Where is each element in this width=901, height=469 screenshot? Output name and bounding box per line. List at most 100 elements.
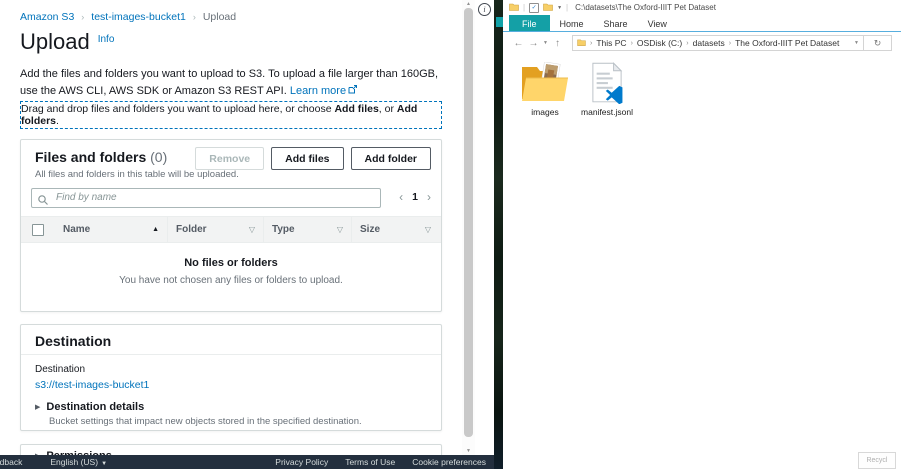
column-header-type[interactable]: Type▽ [263,217,351,242]
sort-ascending-icon: ▲ [152,226,159,233]
aws-footer: Feedback English (US)▼ Privacy Policy Te… [0,455,494,469]
chevron-down-icon: ▼ [101,461,107,467]
search-icon [38,192,48,210]
breadcrumb-current: Upload [203,11,236,23]
caret-right-icon: ▶ [35,404,40,411]
scroll-up-icon[interactable]: ▲ [462,0,475,8]
crumb-datasets[interactable]: datasets [693,38,725,48]
files-count: (0) [150,149,167,165]
refresh-icon[interactable]: ↻ [864,35,892,51]
folder-icon [509,3,519,13]
separator: | [523,3,525,12]
destination-label: Destination [35,364,85,375]
file-label: images [515,107,575,117]
language-selector[interactable]: English (US)▼ [50,457,107,467]
file-explorer-window: | ✓ ▼ | C:\datasets\The Oxford-IIIT Pet … [503,0,901,469]
scroll-down-icon[interactable]: ▼ [462,447,475,455]
drag-drop-zone[interactable]: Drag and drop files and folders you want… [20,101,442,129]
scrollbar-thumb[interactable] [464,8,473,437]
files-panel-title: Files and folders (0) [35,149,167,165]
forward-icon[interactable]: → [526,38,541,49]
breadcrumb-bucket[interactable]: test-images-bucket1 [91,11,186,23]
tab-file[interactable]: File [509,15,550,31]
info-circle-icon[interactable]: i [478,3,491,16]
crumb-separator: › [631,40,633,47]
address-toolbar: ← → ▼ ↑ › This PC › OSDisk (C:) › datase… [503,32,901,54]
crumb-this-pc[interactable]: This PC [596,38,626,48]
column-header-size[interactable]: Size▽ [351,217,441,242]
info-link[interactable]: Info [98,34,115,45]
crumb-separator: › [590,40,592,47]
recent-locations-caret-icon[interactable]: ▼ [541,40,550,46]
window-title-path: C:\datasets\The Oxford-IIIT Pet Dataset [575,3,716,12]
destination-bucket-link[interactable]: s3://test-images-bucket1 [35,379,149,391]
search-box [31,187,381,207]
empty-state-title: No files or folders [21,257,441,269]
previous-page-icon[interactable]: ‹ [399,190,403,204]
quick-access-check-icon[interactable]: ✓ [529,3,539,13]
feedback-link[interactable]: Feedback [0,457,22,467]
destination-details-expander[interactable]: ▶Destination details [35,401,144,413]
tab-home[interactable]: Home [550,15,594,31]
breadcrumb-amazon-s3[interactable]: Amazon S3 [20,11,74,23]
corner-partial-label[interactable]: Recycl [858,452,896,469]
explorer-titlebar[interactable]: | ✓ ▼ | C:\datasets\The Oxford-IIIT Pet … [503,0,901,15]
crumb-current-folder[interactable]: The Oxford-IIIT Pet Dataset [735,38,839,48]
background-window-fragment [496,17,503,27]
aws-s3-upload-page: Amazon S3 › test-images-bucket1 › Upload… [0,0,494,469]
page-scrollbar[interactable]: ▲ ▼ [462,0,475,455]
files-panel-description: All files and folders in this table will… [35,169,239,180]
intro-text: Add the files and folders you want to up… [20,66,446,99]
tab-share[interactable]: Share [594,15,638,31]
current-page[interactable]: 1 [412,191,418,203]
screen: Amazon S3 › test-images-bucket1 › Upload… [0,0,901,469]
privacy-policy-link[interactable]: Privacy Policy [275,457,328,467]
desktop-wallpaper-strip [494,0,503,469]
images-folder-icon [515,58,575,104]
find-by-name-input[interactable] [31,188,381,208]
files-panel-actions: Remove Add files Add folder [195,147,431,170]
page-title: UploadInfo [20,29,114,55]
breadcrumb: Amazon S3 › test-images-bucket1 › Upload [20,11,236,23]
address-dropdown-caret-icon[interactable]: ▼ [854,40,859,46]
checkbox-icon [32,224,44,236]
breadcrumb-chevron-icon: › [193,12,196,22]
folder-icon [577,38,586,48]
crumb-osdisk[interactable]: OSDisk (C:) [637,38,682,48]
crumb-separator: › [729,40,731,47]
next-page-icon[interactable]: › [427,190,431,204]
column-header-name[interactable]: Name▲ [55,217,167,242]
separator: | [566,3,568,12]
breadcrumb-chevron-icon: › [81,12,84,22]
add-files-button[interactable]: Add files [271,147,343,170]
quick-access-toolbar-caret-icon[interactable]: ▼ [557,5,562,11]
pagination: ‹ 1 › [399,190,431,204]
crumb-separator: › [686,40,688,47]
cookie-preferences-link[interactable]: Cookie preferences [412,457,486,467]
address-bar[interactable]: › This PC › OSDisk (C:) › datasets › The… [572,35,864,51]
select-all-checkbox[interactable] [21,217,55,242]
folder-icon [543,3,553,13]
back-icon[interactable]: ← [511,38,526,49]
file-list-area[interactable]: images manifest.jsonl [503,54,901,468]
file-item-manifest-jsonl[interactable]: manifest.jsonl [577,58,637,117]
manifest-jsonl-icon [577,58,637,104]
filter-icon: ▽ [425,225,431,234]
learn-more-link[interactable]: Learn more [290,85,346,97]
search-row: ‹ 1 › [31,187,431,207]
up-icon[interactable]: ↑ [550,38,565,49]
filter-icon: ▽ [337,225,343,234]
destination-panel: Destination Destination s3://test-images… [20,324,442,431]
column-header-folder[interactable]: Folder▽ [167,217,263,242]
remove-button[interactable]: Remove [195,147,264,170]
destination-details-description: Bucket settings that impact new objects … [49,416,362,427]
filter-icon: ▽ [249,225,255,234]
files-and-folders-panel: Files and folders (0) All files and fold… [20,139,442,312]
terms-of-use-link[interactable]: Terms of Use [345,457,395,467]
external-link-icon [348,83,357,100]
add-folder-button[interactable]: Add folder [351,147,432,170]
file-item-images-folder[interactable]: images [515,58,575,117]
file-label: manifest.jsonl [577,107,637,117]
table-header: Name▲ Folder▽ Type▽ Size▽ [21,216,441,243]
tab-view[interactable]: View [638,15,677,31]
